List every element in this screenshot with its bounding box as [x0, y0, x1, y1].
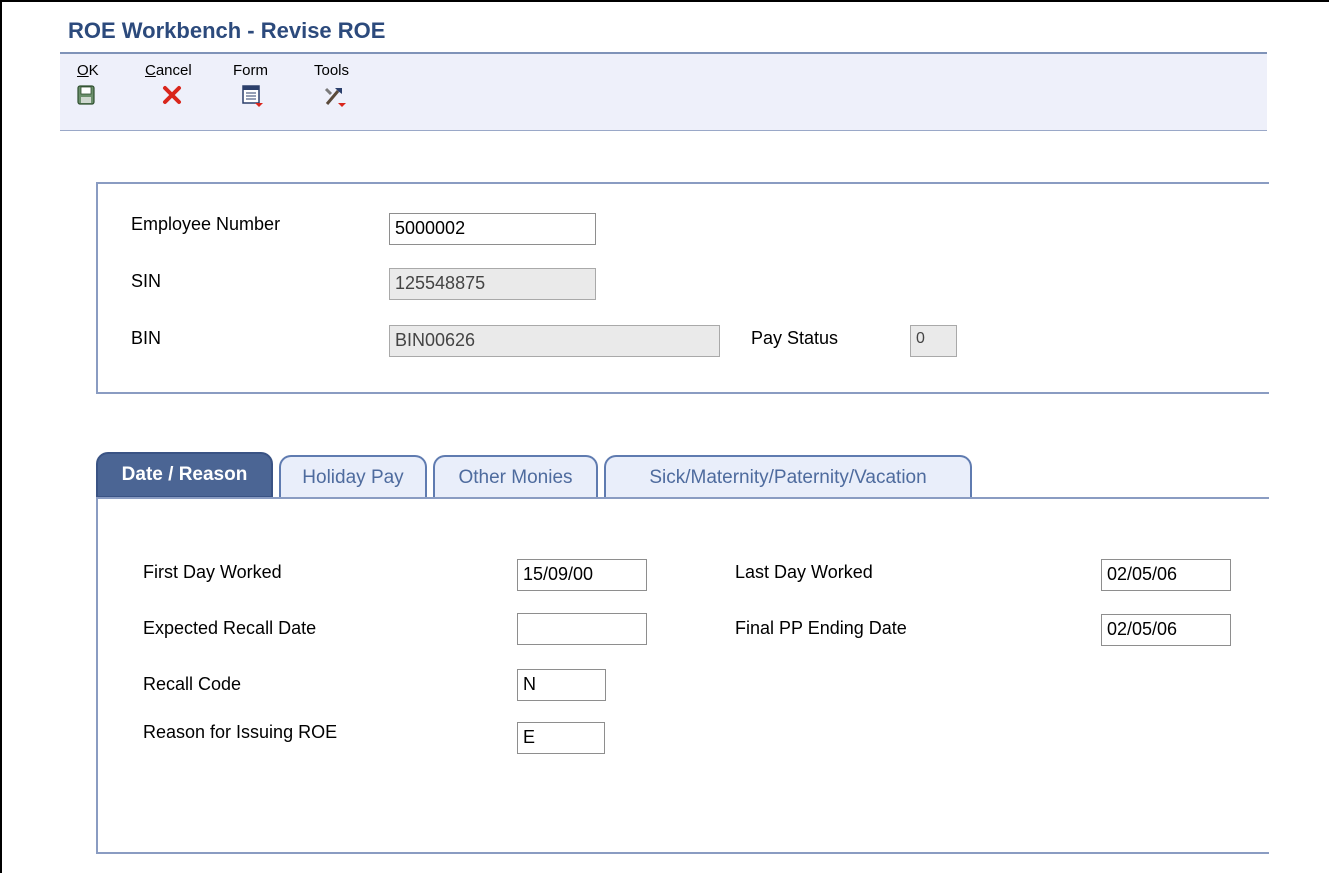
close-icon [162, 85, 182, 110]
form-menu-button[interactable]: Form [233, 62, 268, 112]
window-frame-top [0, 0, 1329, 2]
tab-other-monies[interactable]: Other Monies [433, 455, 598, 498]
date-reason-panel [96, 497, 1269, 854]
final-pp-ending-date-label: Final PP Ending Date [735, 618, 907, 638]
employee-number-field[interactable]: 5000002 [389, 213, 596, 245]
tools-menu-icon [323, 85, 347, 112]
recall-code-field[interactable]: N [517, 669, 606, 701]
recall-code-label: Recall Code [143, 674, 242, 694]
page-title: ROE Workbench - Revise ROE [68, 18, 386, 43]
first-day-worked-label: First Day Worked [143, 562, 282, 582]
window-frame-left [0, 0, 2, 873]
pay-status-field: 0 [910, 325, 957, 357]
cancel-label: Cancel [145, 62, 192, 79]
sin-field: 125548875 [389, 268, 596, 300]
cancel-button[interactable]: Cancel [145, 62, 192, 110]
tab-sick-maternity-paternity-vacation[interactable]: Sick/Maternity/Paternity/Vacation [604, 455, 972, 498]
toolbar-divider [60, 130, 1267, 131]
tab-holiday-pay[interactable]: Holiday Pay [279, 455, 427, 498]
first-day-worked-field[interactable]: 15/09/00 [517, 559, 647, 591]
reason-for-issuing-roe-field[interactable]: E [517, 722, 605, 754]
toolbar: OK Cancel Form Tools [60, 54, 1267, 130]
last-day-worked-label: Last Day Worked [735, 562, 873, 582]
bin-label: BIN [131, 328, 162, 348]
expected-recall-date-field[interactable] [517, 613, 647, 645]
last-day-worked-field[interactable]: 02/05/06 [1101, 559, 1231, 591]
save-icon [77, 85, 95, 110]
tools-menu-button[interactable]: Tools [314, 62, 349, 112]
reason-for-issuing-roe-label: Reason for Issuing ROE [143, 722, 338, 742]
sin-label: SIN [131, 271, 162, 291]
bin-field: BIN00626 [389, 325, 720, 357]
final-pp-ending-date-field[interactable]: 02/05/06 [1101, 614, 1231, 646]
tools-label: Tools [314, 62, 350, 79]
form-menu-icon [242, 85, 264, 112]
pay-status-label: Pay Status [751, 328, 839, 348]
expected-recall-date-label: Expected Recall Date [143, 618, 317, 638]
ok-label: OK [77, 62, 99, 79]
form-label: Form [233, 62, 268, 79]
ok-button[interactable]: OK [77, 62, 99, 110]
tab-date-reason[interactable]: Date / Reason [96, 452, 273, 498]
employee-number-label: Employee Number [131, 214, 281, 234]
